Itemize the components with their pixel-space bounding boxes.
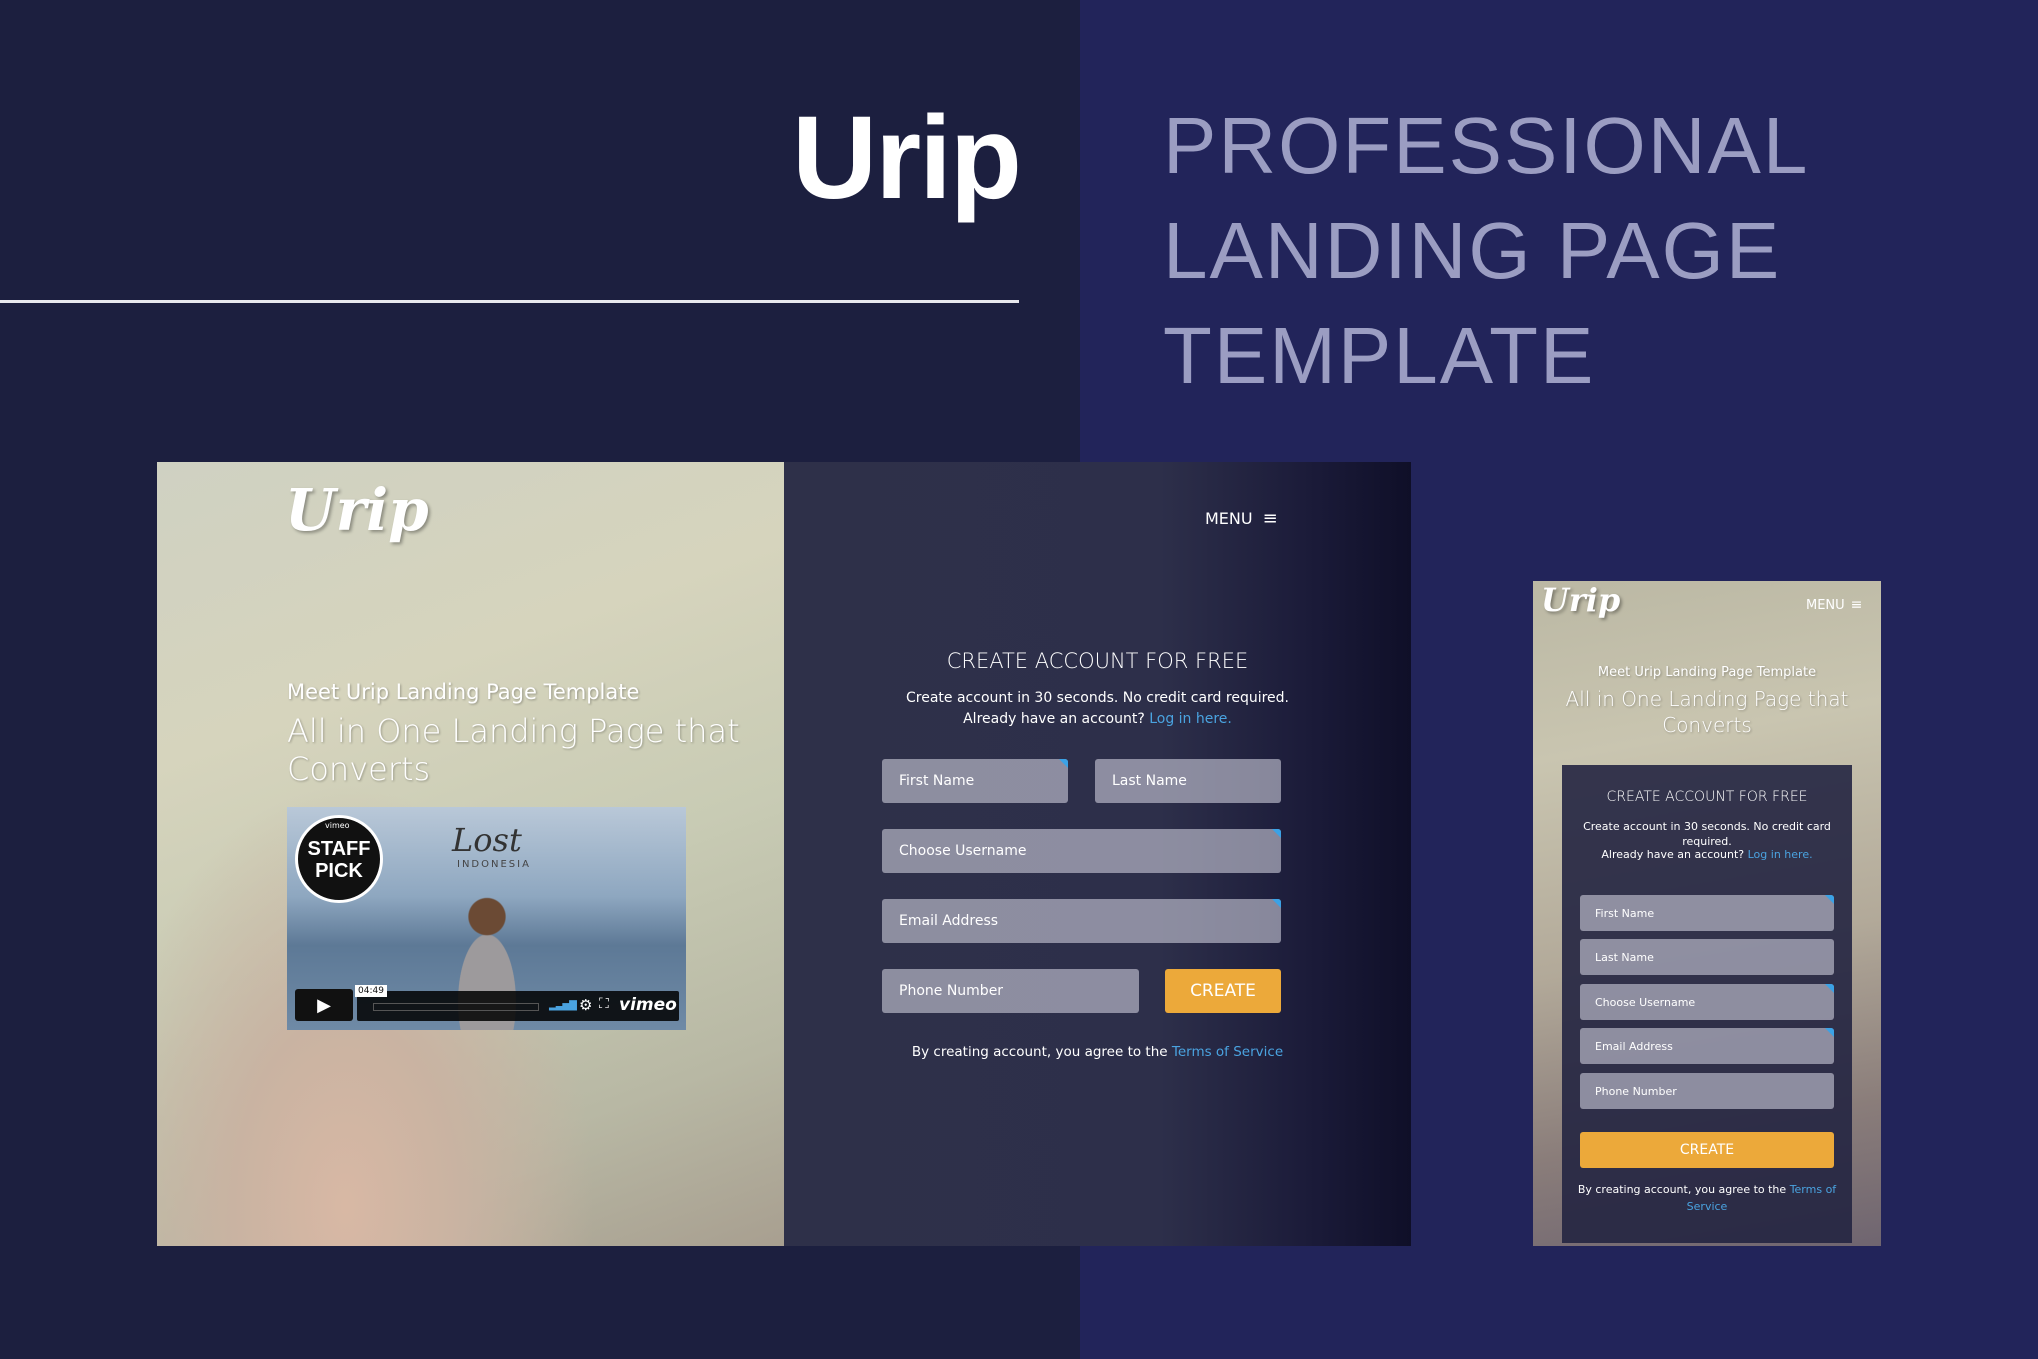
progress-bar[interactable] (373, 1003, 539, 1011)
menu-label: MENU (1806, 597, 1845, 613)
hamburger-icon: ≡ (1262, 508, 1278, 529)
menu-button[interactable]: MENU ≡ (1205, 508, 1278, 529)
form-subtitle: Create account in 30 seconds. No credit … (1583, 820, 1831, 848)
volume-icon[interactable]: ▂▃▅▇ (549, 1000, 577, 1011)
login-prompt: Already have an account? (963, 711, 1145, 727)
last-name-input[interactable]: Last Name (1580, 939, 1834, 975)
terms-link[interactable]: Terms of Service (1172, 1044, 1283, 1060)
mobile-hero-kicker: Meet Urip Landing Page Template (1597, 665, 1817, 680)
logo[interactable]: Urip (285, 476, 429, 544)
first-name-input[interactable]: First Name (882, 759, 1068, 803)
tagline-line-1: PROFESSIONAL (1163, 101, 1810, 190)
menu-label: MENU (1205, 509, 1253, 528)
login-link[interactable]: Log in here. (1149, 711, 1232, 727)
terms-text: By creating account, you agree to the (1577, 1183, 1787, 1196)
login-prompt: Already have an account? (1601, 848, 1745, 861)
video-subtitle: INDONESIA (457, 859, 531, 870)
vimeo-logo[interactable]: vimeo (619, 995, 677, 1015)
fullscreen-icon[interactable]: ⛶ (599, 996, 609, 1012)
phone-input[interactable]: Phone Number (1580, 1073, 1834, 1109)
mobile-mockup: Urip MENU ≡ Meet Urip Landing Page Templ… (1533, 581, 1881, 1246)
last-name-input[interactable]: Last Name (1095, 759, 1281, 803)
gear-icon[interactable]: ⚙ (579, 996, 592, 1014)
create-button[interactable]: CREATE (1165, 969, 1281, 1013)
hero-kicker: Meet Urip Landing Page Template (287, 680, 640, 704)
username-input[interactable]: Choose Username (1580, 984, 1834, 1020)
desktop-mockup: Urip Meet Urip Landing Page Template All… (157, 462, 1411, 1246)
terms-row: By creating account, you agree to the Te… (784, 1044, 1411, 1060)
mobile-logo[interactable]: Urip (1541, 581, 1620, 619)
divider (0, 300, 1019, 303)
mobile-hero-headline: All in One Landing Page that Converts (1565, 687, 1849, 737)
video-player[interactable]: STAFF PICK vimeo Lost INDONESIA ▶ ▂▃▅▇ ⚙… (287, 807, 686, 1030)
badge-vimeo-label: vimeo (325, 821, 350, 830)
login-prompt-row: Already have an account? Log in here. (784, 711, 1411, 727)
form-title: CREATE ACCOUNT FOR FREE (946, 649, 1249, 673)
form-subtitle: Create account in 30 seconds. No credit … (906, 690, 1289, 706)
signup-panel: MENU ≡ CREATE ACCOUNT FOR FREE Create ac… (784, 462, 1411, 1246)
hero-headline: All in One Landing Page that Converts (287, 712, 740, 788)
terms-row: By creating account, you agree to the Te… (1576, 1181, 1838, 1215)
username-input[interactable]: Choose Username (882, 829, 1281, 873)
email-input[interactable]: Email Address (1580, 1028, 1834, 1064)
terms-text: By creating account, you agree to the (911, 1044, 1168, 1060)
tagline-line-3: TEMPLATE (1163, 311, 1596, 400)
mobile-menu-button[interactable]: MENU ≡ (1806, 597, 1862, 613)
play-icon[interactable]: ▶ (295, 989, 353, 1021)
hamburger-icon: ≡ (1850, 597, 1863, 613)
form-title: CREATE ACCOUNT FOR FREE (1606, 789, 1808, 805)
tagline-line-2: LANDING PAGE (1163, 206, 1782, 295)
video-controls: ▂▃▅▇ ⚙ ⛶ vimeo (357, 991, 679, 1021)
video-duration: 04:49 (355, 985, 387, 997)
brand-title: Urip (792, 92, 1022, 224)
mobile-signup-panel: CREATE ACCOUNT FOR FREE Create account i… (1562, 765, 1852, 1243)
create-button[interactable]: CREATE (1580, 1132, 1834, 1168)
video-title: Lost (452, 821, 522, 859)
hero-panel: Urip Meet Urip Landing Page Template All… (157, 462, 784, 1246)
login-link[interactable]: Log in here. (1748, 848, 1813, 861)
login-prompt-row: Already have an account? Log in here. (1562, 848, 1852, 861)
email-input[interactable]: Email Address (882, 899, 1281, 943)
first-name-input[interactable]: First Name (1580, 895, 1834, 931)
phone-input[interactable]: Phone Number (882, 969, 1139, 1013)
